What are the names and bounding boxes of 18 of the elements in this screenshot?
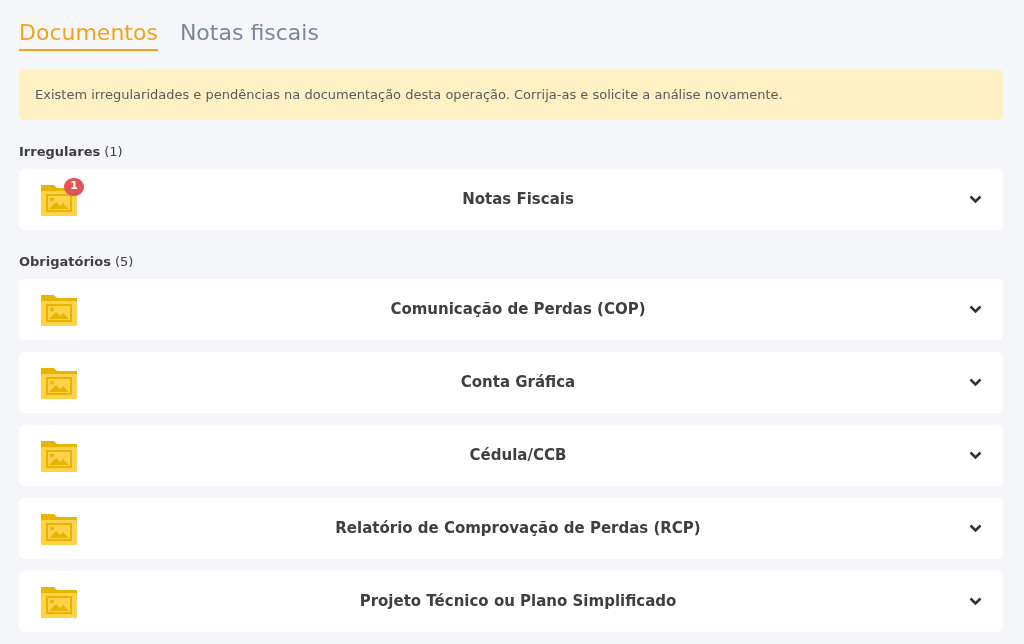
document-row[interactable]: Projeto Técnico ou Plano Simplificado	[19, 571, 1003, 632]
alert-banner: Existem irregularidades e pendências na documentação desta operação. Corrija-as e solicite a análise novamente.	[19, 69, 1003, 120]
document-row[interactable]: Conta Gráfica	[19, 352, 1003, 413]
section-count: (5)	[115, 254, 134, 270]
document-row[interactable]: 1 Notas Fiscais	[19, 169, 1003, 230]
section-title: Obrigatórios	[19, 254, 111, 270]
section-title: Irregulares	[19, 144, 101, 160]
section-count: (1)	[104, 144, 123, 160]
document-row[interactable]: Comunicação de Perdas (COP)	[19, 279, 1003, 340]
document-name: Projeto Técnico ou Plano Simplificado	[358, 591, 678, 613]
document-name: Cédula/CCB	[468, 445, 568, 467]
document-row[interactable]: Relatório de Comprovação de Perdas (RCP)	[19, 498, 1003, 559]
document-name: Notas Fiscais	[461, 189, 575, 211]
document-name: Relatório de Comprovação de Perdas (RCP)	[334, 518, 702, 540]
notification-badge: 1	[64, 177, 84, 196]
document-row[interactable]: Cédula/CCB	[19, 425, 1003, 486]
document-name: Conta Gráfica	[459, 372, 577, 394]
document-name: Comunicação de Perdas (COP)	[389, 299, 647, 321]
